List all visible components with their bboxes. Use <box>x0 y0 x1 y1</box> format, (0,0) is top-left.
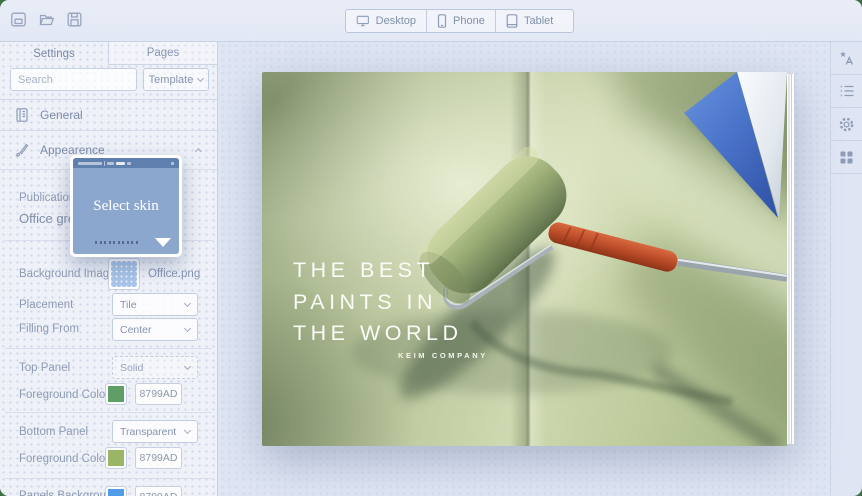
background-image-label: Background Image <box>19 268 116 280</box>
bottom-panel-foreground-label: Foreground Color <box>19 453 109 465</box>
publication-toolbar <box>830 42 862 496</box>
chevron-down-icon <box>184 324 191 331</box>
filling-from-dropdown[interactable]: Center <box>112 318 198 341</box>
filling-from-value: Center <box>120 324 152 336</box>
panels-background-label: Panels Background <box>19 490 119 496</box>
publication-preview[interactable]: THE BEST PAINTS IN THE WORLD KEIM COMPAN… <box>262 72 795 446</box>
select-skin-popup[interactable]: Select skin <box>70 155 182 257</box>
placement-value: Tile <box>120 299 137 311</box>
section-general[interactable]: General <box>0 99 217 131</box>
tab-pages[interactable]: Pages <box>108 42 217 65</box>
device-phone-button[interactable]: Phone <box>426 10 495 32</box>
settings-button[interactable] <box>831 108 862 141</box>
placement-label: Placement <box>19 299 73 311</box>
top-panel-dropdown[interactable]: Solid <box>112 356 198 379</box>
save-icon[interactable] <box>66 11 86 31</box>
translate-button[interactable] <box>831 42 862 75</box>
book-cover: THE BEST PAINTS IN THE WORLD KEIM COMPAN… <box>262 72 787 446</box>
translate-icon <box>838 50 855 67</box>
top-panel-foreground-swatch[interactable] <box>105 383 127 405</box>
preview-area: THE BEST PAINTS IN THE WORLD KEIM COMPAN… <box>219 42 830 496</box>
app-window: Desktop Phone Tablet Settings Pages Temp… <box>0 0 862 496</box>
table-of-contents-button[interactable] <box>831 75 862 108</box>
bottom-panel-foreground-hex[interactable]: 8799AD <box>135 447 182 469</box>
device-tablet-button[interactable]: Tablet <box>495 10 573 32</box>
skin-preview-pager <box>95 241 138 244</box>
chevron-down-icon <box>184 362 191 369</box>
chevron-down-icon <box>184 299 191 306</box>
top-panel-foreground-hex[interactable]: 8799AD <box>135 383 182 405</box>
divider <box>5 412 212 413</box>
gear-icon <box>838 116 855 133</box>
tablet-icon <box>506 14 518 28</box>
skin-preview: Select skin <box>73 158 179 254</box>
chevron-up-icon <box>195 148 202 155</box>
tab-settings[interactable]: Settings <box>0 42 108 65</box>
skin-preview-topbar <box>73 158 179 168</box>
search-input[interactable] <box>10 68 137 91</box>
device-switcher: Desktop Phone Tablet <box>345 9 574 33</box>
thumbnails-button[interactable] <box>831 141 862 174</box>
background-image-filename: Office.png <box>148 268 200 280</box>
device-desktop-button[interactable]: Desktop <box>346 10 426 32</box>
template-dropdown[interactable]: Template <box>143 68 209 91</box>
panels-background-swatch[interactable] <box>105 486 127 496</box>
skin-popup-title: Select skin <box>73 198 179 215</box>
general-icon <box>14 107 30 123</box>
settings-sidebar: Settings Pages Template General Appearen… <box>0 42 218 496</box>
publication-icon[interactable] <box>10 11 30 31</box>
device-phone-label: Phone <box>453 15 485 27</box>
divider <box>5 478 212 479</box>
device-tablet-label: Tablet <box>524 15 553 27</box>
top-panel-label: Top Panel <box>19 362 70 374</box>
bottom-panel-foreground-swatch[interactable] <box>105 447 127 469</box>
brush-icon <box>14 142 30 158</box>
desktop-icon <box>356 14 370 28</box>
divider <box>5 348 212 349</box>
panels-background-hex[interactable]: 8799AD <box>135 486 182 496</box>
page-fold-corner[interactable] <box>262 72 787 446</box>
top-toolbar: Desktop Phone Tablet <box>0 0 862 42</box>
bottom-panel-value: Transparent <box>120 426 176 438</box>
background-image-thumbnail[interactable] <box>108 258 140 290</box>
section-general-label: General <box>40 108 83 122</box>
chevron-down-icon <box>197 74 204 81</box>
chevron-down-icon <box>184 426 191 433</box>
thumbnails-grid-icon <box>839 150 854 165</box>
sidebar-tabs: Settings Pages <box>0 42 217 65</box>
placement-dropdown[interactable]: Tile <box>112 293 198 316</box>
page-stack-edge <box>787 74 795 444</box>
top-panel-foreground-label: Foreground Color <box>19 389 109 401</box>
table-of-contents-icon <box>839 84 855 98</box>
bottom-panel-dropdown[interactable]: Transparent <box>112 420 198 443</box>
template-label: Template <box>149 74 194 86</box>
skin-popup-arrow-icon <box>155 238 171 247</box>
top-panel-value: Solid <box>120 362 143 374</box>
open-folder-icon[interactable] <box>38 11 58 31</box>
phone-icon <box>437 14 447 28</box>
filling-from-label: Filling From <box>19 323 79 335</box>
device-desktop-label: Desktop <box>376 15 416 27</box>
bottom-panel-label: Bottom Panel <box>19 426 88 438</box>
